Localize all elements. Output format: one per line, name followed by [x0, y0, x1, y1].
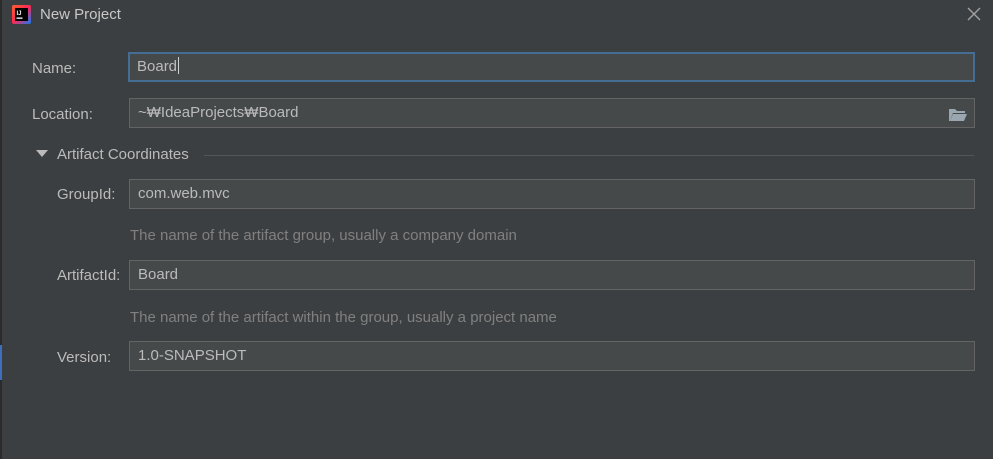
dialog-title: New Project [40, 6, 121, 23]
version-label: Version: [57, 349, 112, 366]
dialog-titlebar: IJ New Project [2, 0, 993, 30]
artifactid-input-value: Board [138, 266, 179, 283]
name-input[interactable]: Board [128, 52, 975, 82]
artifactid-hint: The name of the artifact within the grou… [130, 309, 557, 326]
location-label: Location: [32, 106, 93, 123]
window-left-edge [0, 0, 2, 459]
version-input[interactable]: 1.0-SNAPSHOT [129, 341, 975, 371]
groupid-label: GroupId: [57, 186, 116, 203]
location-input[interactable]: ~₩IdeaProjects₩Board [129, 98, 975, 128]
groupid-input[interactable]: com.web.mvc [129, 179, 975, 209]
version-input-value: 1.0-SNAPSHOT [138, 347, 247, 364]
expand-triangle-icon [36, 150, 48, 157]
artifact-coordinates-toggle[interactable]: Artifact Coordinates [36, 145, 974, 165]
artifactid-label: ArtifactId: [57, 267, 121, 284]
folder-open-icon[interactable] [948, 105, 968, 121]
section-title: Artifact Coordinates [57, 146, 189, 163]
artifactid-input[interactable]: Board [129, 260, 975, 290]
background-window-marker [0, 345, 2, 380]
text-caret [178, 57, 180, 74]
groupid-hint: The name of the artifact group, usually … [130, 227, 517, 244]
name-input-value: Board [137, 58, 178, 75]
section-divider [204, 155, 974, 156]
svg-text:IJ: IJ [17, 11, 22, 17]
intellij-idea-icon: IJ [12, 5, 31, 24]
name-label: Name: [32, 60, 77, 77]
close-icon[interactable] [965, 5, 983, 23]
location-input-value: ~₩IdeaProjects₩Board [138, 104, 299, 121]
groupid-input-value: com.web.mvc [138, 185, 230, 202]
